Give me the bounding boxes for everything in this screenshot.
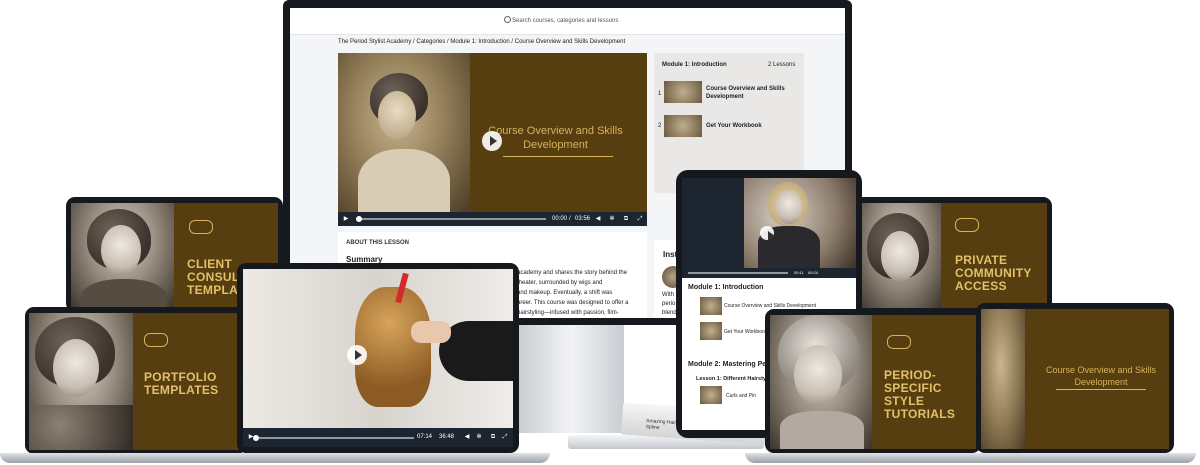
play-button[interactable]: [482, 131, 502, 151]
slide-title: PORTFOLIO TEMPLATES: [144, 370, 219, 397]
title-underline: [503, 156, 613, 157]
vintage-portrait: [770, 315, 872, 449]
video-controls: ▶ 07:14 36:48 ◀ ✻ ⧉ ⤢: [243, 428, 513, 447]
video-controls: 00:11 05:24: [682, 268, 856, 278]
summary-line: academy and shares the story behind the: [517, 270, 628, 276]
search-bar[interactable]: Search courses, categories and lessons: [290, 8, 845, 35]
summary-line: hairstyling—infused with passion, film-: [517, 310, 619, 316]
volume-icon[interactable]: ◀: [463, 428, 471, 447]
lesson-item[interactable]: 1 Course Overview and Skills Development: [654, 81, 804, 109]
progress-bar[interactable]: [356, 218, 546, 220]
instructor-bio: With: [662, 292, 674, 298]
play-button[interactable]: [347, 345, 367, 365]
lesson-thumbnail: [700, 297, 722, 315]
time-current: 00:00: [552, 216, 568, 222]
lesson-label: Get Your Workbook: [706, 123, 762, 129]
lesson-number: 1: [658, 91, 662, 97]
academy-logo-icon: [955, 218, 979, 232]
time-sep: /: [569, 216, 571, 222]
fullscreen-icon[interactable]: ⤢: [501, 428, 509, 447]
vintage-portrait: [338, 53, 470, 212]
instructor-bio: blend: [662, 310, 677, 316]
play-button[interactable]: [760, 226, 775, 241]
time-current: 07:14: [417, 434, 433, 440]
module-title: Module 1: Introduction: [662, 62, 727, 68]
lesson-label: Course Overview and Skills Development: [706, 86, 785, 100]
play-icon[interactable]: ▶: [342, 212, 350, 226]
progress-knob[interactable]: [356, 216, 362, 222]
slide-title: PERIOD-SPECIFIC STYLE TUTORIALS: [884, 368, 956, 421]
settings-icon[interactable]: ✻: [608, 212, 616, 226]
video-controls: ▶ 00:00 / 03:56 ◀ ✻ ⧉ ⤢: [338, 212, 647, 226]
title-underline: [1056, 389, 1146, 390]
about-label: ABOUT THIS LESSON: [346, 240, 410, 246]
time-total: 03:56: [575, 216, 591, 222]
settings-icon[interactable]: ✻: [475, 428, 483, 447]
main-video[interactable]: Course Overview and Skills Development ▶…: [338, 53, 647, 226]
fullscreen-icon[interactable]: ⤢: [636, 212, 644, 226]
lesson-thumbnail: [664, 81, 702, 103]
lesson-number: 2: [658, 123, 662, 129]
instructor-bio: perio: [662, 301, 676, 307]
monitor-stand: [518, 325, 624, 433]
progress-bar[interactable]: [259, 437, 414, 439]
academy-logo-icon: [189, 220, 213, 234]
lesson-thumbnail: [700, 386, 722, 404]
lesson-label[interactable]: Curls and Pin: [726, 393, 756, 399]
lesson-thumbnail: [664, 115, 702, 137]
video-title: Course Overview and Skills Development: [488, 125, 623, 151]
academy-logo-icon: [144, 333, 168, 347]
progress-knob[interactable]: [253, 435, 259, 441]
time-total: 36:48: [439, 434, 455, 440]
lesson-label[interactable]: Get Your Workbook: [724, 329, 767, 335]
instructor-video-frame: [744, 178, 856, 268]
volume-icon[interactable]: ◀: [594, 212, 602, 226]
vintage-portrait: [29, 313, 133, 450]
lesson-thumbnail: [700, 322, 722, 340]
slide-title: Course Overview and Skills Development: [1045, 365, 1157, 387]
time-current: 00:11: [794, 270, 804, 275]
summary-line: and makeup. Eventually, a shift was: [517, 290, 613, 296]
progress-bar[interactable]: [688, 272, 788, 274]
hairstyling-video-frame: [243, 269, 513, 428]
summary-line: areer. This course was designed to offer…: [517, 300, 629, 306]
popout-icon[interactable]: ⧉: [622, 212, 630, 226]
lesson-count: 2 Lessons: [768, 62, 796, 68]
vintage-portrait: [981, 309, 1025, 449]
breadcrumb: The Period Stylist Academy / Categories …: [338, 39, 626, 45]
search-icon: [504, 16, 511, 23]
slide-title: PRIVATE COMMUNITY ACCESS: [955, 253, 1032, 293]
time-total: 05:24: [808, 270, 819, 275]
popout-icon[interactable]: ⧉: [489, 428, 497, 447]
vintage-portrait: [859, 203, 941, 308]
tablet-video[interactable]: 00:11 05:24: [682, 178, 856, 278]
search-input[interactable]: Search courses, categories and lessons: [512, 18, 618, 24]
academy-logo-icon: [887, 335, 911, 349]
module1-title: Module 1: Introduction: [688, 284, 764, 291]
lesson1-title: Lesson 1: Different Hairstyle: [696, 376, 771, 382]
vintage-portrait: [71, 203, 174, 308]
summary-line: theater, surrounded by wigs and: [517, 280, 603, 286]
lesson-item[interactable]: 2 Get Your Workbook: [654, 115, 804, 139]
